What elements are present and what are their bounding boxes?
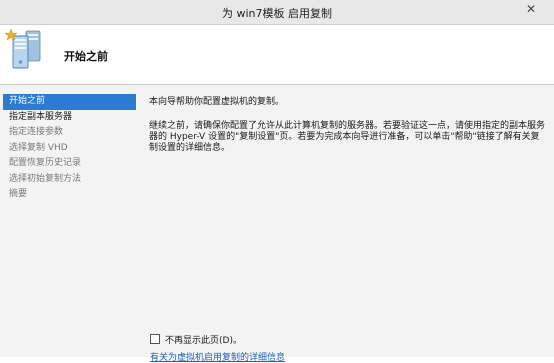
wizard-content: 本向导帮助你配置虚拟机的复制。 继续之前，请确保你配置了允许从此计算机复制的服务…	[149, 97, 545, 154]
intro-text: 本向导帮助你配置虚拟机的复制。	[149, 97, 285, 107]
close-button[interactable]: ✕	[516, 0, 546, 18]
nav-step-summary[interactable]: 摘要	[3, 187, 136, 203]
wizard-body: 开始之前 指定副本服务器 指定连接参数 选择复制 VHD 配置恢复历史记录 选择…	[0, 85, 554, 363]
server-replication-icon	[4, 28, 41, 69]
window-title: 为 win7模板 启用复制	[221, 7, 332, 20]
page-title: 开始之前	[64, 50, 108, 63]
dont-show-label[interactable]: 不再显示此页(D)。	[165, 333, 242, 346]
nav-step-before-you-begin[interactable]: 开始之前	[3, 94, 136, 110]
wizard-steps-nav: 开始之前 指定副本服务器 指定连接参数 选择复制 VHD 配置恢复历史记录 选择…	[3, 94, 136, 203]
nav-step-recovery-history[interactable]: 配置恢复历史记录	[3, 156, 136, 172]
nav-step-choose-vhd[interactable]: 选择复制 VHD	[3, 141, 136, 157]
wizard-header: 开始之前	[0, 25, 554, 85]
dont-show-row: 不再显示此页(D)。	[150, 333, 242, 346]
instructions-text: 继续之前，请确保你配置了允许从此计算机复制的服务器。若要验证这一点，请使用指定的…	[149, 121, 546, 153]
title-bar: 为 win7模板 启用复制 ✕	[0, 0, 554, 25]
nav-step-connection-parameters[interactable]: 指定连接参数	[3, 125, 136, 141]
dont-show-checkbox[interactable]	[150, 334, 160, 344]
nav-step-initial-replication[interactable]: 选择初始复制方法	[3, 172, 136, 188]
nav-step-replica-server[interactable]: 指定副本服务器	[3, 110, 136, 126]
